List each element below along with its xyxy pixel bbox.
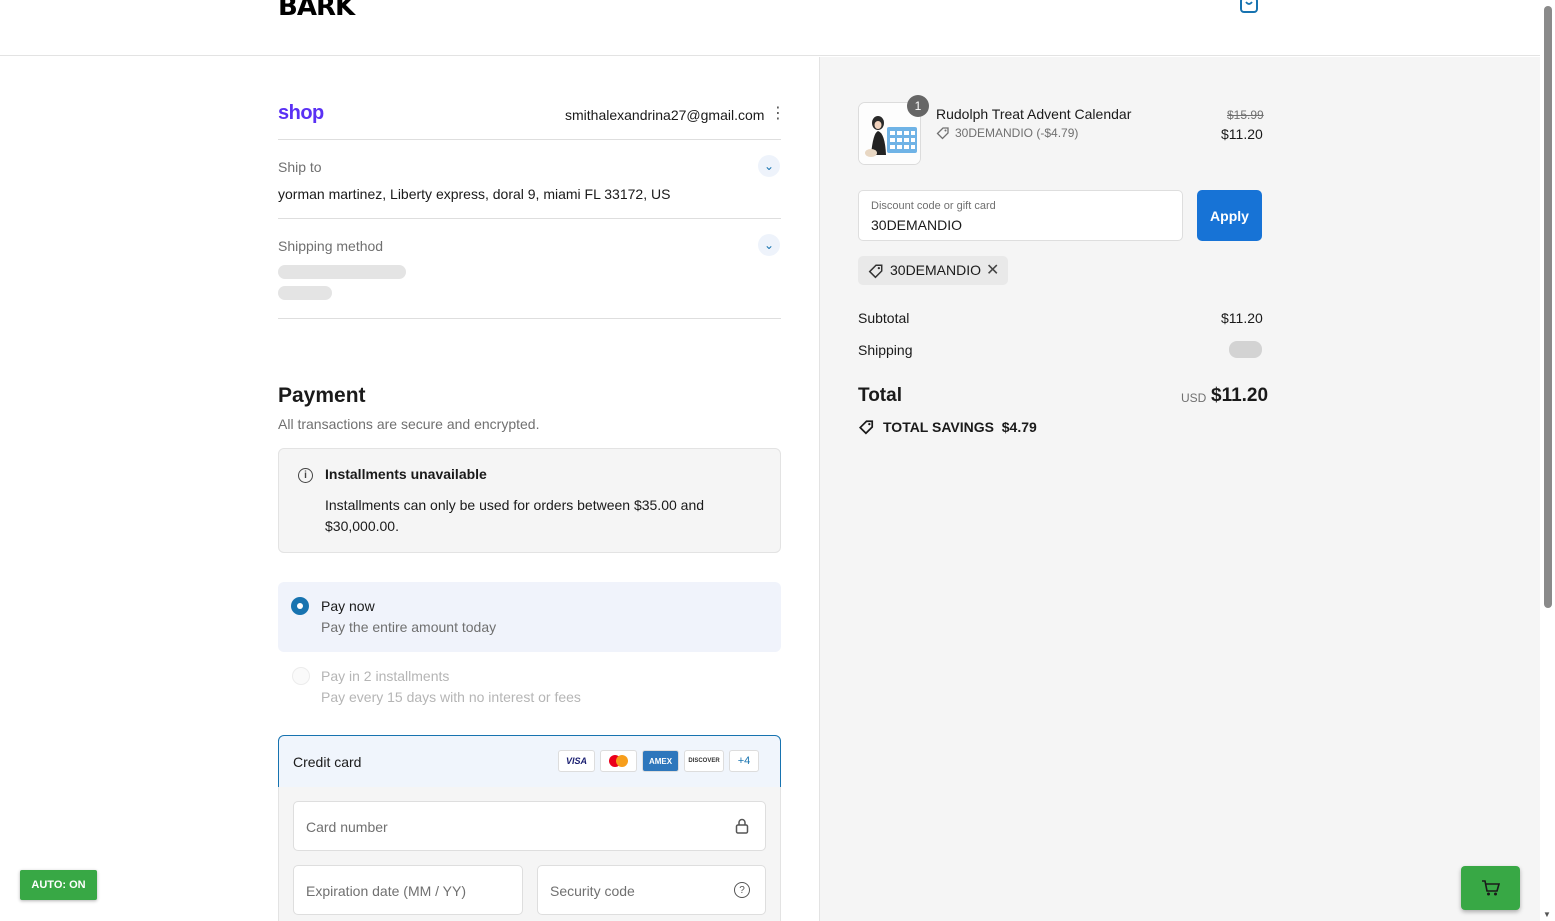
mastercard-icon [600,750,637,772]
discount-code-input[interactable]: Discount code or gift card 30DEMANDIO [858,190,1183,241]
loading-skeleton [278,265,406,279]
more-cards-badge: +4 [729,750,759,772]
subtotal-label: Subtotal [858,310,910,326]
savings-value: $4.79 [1001,419,1037,435]
discover-icon: DISCOVER [684,750,724,772]
visa-icon: VISA [558,750,595,772]
shipping-label: Shipping [858,342,913,358]
help-icon[interactable]: ? [734,882,750,898]
kebab-icon[interactable]: ⋮ [770,106,786,122]
order-summary [819,57,1540,921]
price-final: $11.20 [1221,126,1263,142]
scroll-down-arrow[interactable]: ▼ [1543,910,1551,919]
savings-tag-icon [859,420,874,435]
card-number-placeholder: Card number [306,819,388,835]
subtotal-value: $11.20 [1221,310,1263,326]
divider [278,318,781,319]
chevron-down-icon[interactable]: ⌄ [758,234,780,256]
bag-icon[interactable] [1239,0,1259,14]
applied-code: 30DEMANDIO [890,262,982,278]
apply-button[interactable]: Apply [1197,190,1262,241]
savings-label: TOTAL SAVINGS [883,419,994,435]
product-name: Rudolph Treat Advent Calendar [936,106,1132,122]
notice-title: Installments unavailable [325,466,487,482]
site-header: BARK [0,0,1540,56]
option-title: Pay now [321,598,375,614]
discount-value: 30DEMANDIO [871,217,963,233]
option-subtitle: Pay the entire amount today [321,619,497,635]
tag-icon [936,127,949,140]
radio-unselected[interactable] [292,667,310,685]
shipping-method-label: Shipping method [278,238,384,254]
security-code-placeholder: Security code [550,883,635,899]
loading-skeleton [278,286,332,300]
security-code-field[interactable]: Security code ? [537,865,766,915]
discount-label: Discount code or gift card [871,200,996,212]
radio-selected[interactable] [291,597,309,615]
payment-title: Payment [278,384,366,407]
divider [278,218,781,219]
quantity-badge: 1 [907,95,929,117]
brand-logo[interactable]: BARK [278,0,355,22]
currency-code: USD [1181,391,1207,405]
price-original: $15.99 [1227,108,1264,122]
product-discount: 30DEMANDIO (-$4.79) [955,126,1079,140]
applied-discount-chip: 30DEMANDIO ✕ [858,256,1008,285]
total-value: $11.20 [1211,385,1269,406]
shop-pay-logo: shop [278,102,324,124]
divider [278,139,781,140]
info-icon: i [298,468,313,483]
installments-notice: i Installments unavailable Installments … [278,448,781,553]
cart-fab-button[interactable] [1461,866,1520,910]
card-number-field[interactable]: Card number [293,801,766,851]
credit-card-option[interactable]: Credit card VISA AMEX DISCOVER +4 [278,735,781,788]
credit-card-form: Card number Expiration date (MM / YY) Se… [278,787,781,921]
credit-card-label: Credit card [293,754,362,770]
tag-icon [868,264,883,279]
payment-subtitle: All transactions are secure and encrypte… [278,416,540,432]
chevron-down-icon[interactable]: ⌄ [758,155,780,177]
total-savings: TOTAL SAVINGS $4.79 [883,419,1037,435]
close-icon[interactable]: ✕ [986,260,999,280]
pay-now-option[interactable]: Pay now Pay the entire amount today [278,582,781,652]
ship-to-label: Ship to [278,159,322,175]
shipping-loading [1229,341,1262,358]
total-label: Total [858,385,902,406]
scrollbar-thumb[interactable] [1544,6,1552,608]
lock-icon [735,818,749,834]
account-email: smithalexandrina27@gmail.com [565,107,765,123]
amex-icon: AMEX [642,750,679,772]
option-title: Pay in 2 installments [321,668,450,684]
shipping-address: yorman martinez, Liberty express, doral … [278,186,671,202]
expiration-placeholder: Expiration date (MM / YY) [306,883,467,899]
notice-body: Installments can only be used for orders… [325,497,705,534]
expiration-field[interactable]: Expiration date (MM / YY) [293,865,523,915]
auto-toggle-button[interactable]: AUTO: ON [20,870,97,900]
option-subtitle: Pay every 15 days with no interest or fe… [321,689,581,705]
cart-icon [1481,880,1500,896]
